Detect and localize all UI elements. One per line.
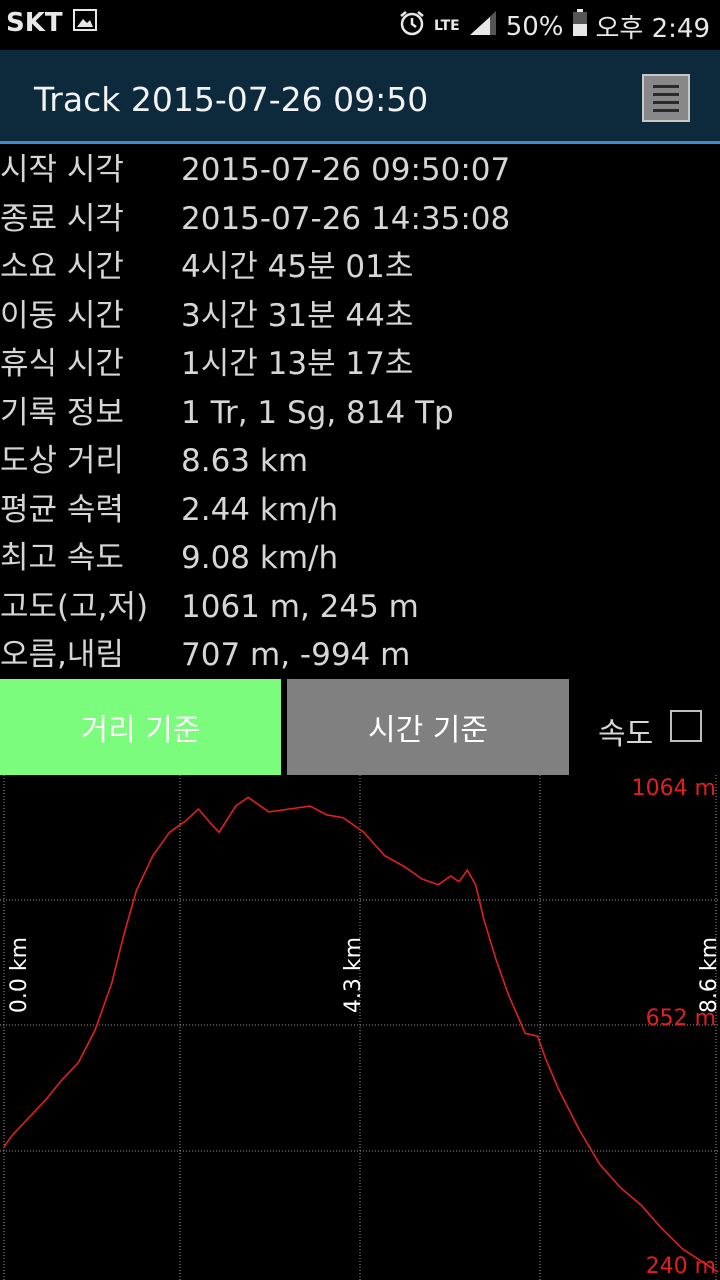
info-label: 휴식 시간 [0,346,124,382]
x-tick-label: 4.3 km [341,937,366,1013]
info-value: 3시간 31분 44초 [181,297,414,334]
battery-icon [572,9,588,44]
carrier-label: SKT [6,8,63,38]
info-row: 휴식 시간 1시간 13분 17초 [0,340,720,389]
y-tick-label: 1064 m [632,776,716,801]
menu-icon-line [653,100,679,104]
y-tick-label: 240 m [646,1254,716,1279]
info-row: 종료 시각 2015-07-26 14:35:08 [0,195,720,244]
info-value: 1061 m, 245 m [181,588,419,625]
info-value: 2.44 km/h [181,491,339,528]
time-basis-button[interactable]: 시간 기준 [287,679,569,775]
network-type-label: LTE [433,18,460,34]
graph-mode-toggle: 거리 기준 시간 기준 속도 [0,679,720,775]
info-row: 고도(고,저) 1061 m, 245 m [0,583,720,632]
info-row: 시작 시각 2015-07-26 09:50:07 [0,146,720,195]
info-label: 기록 정보 [0,394,124,431]
info-value: 9.08 km/h [181,540,339,576]
x-tick-label: 8.6 km [697,937,720,1013]
distance-basis-button[interactable]: 거리 기준 [0,679,281,775]
menu-icon [653,84,679,88]
info-label: 오름,내림 [0,637,124,673]
app-bar: Track 2015-07-26 09:50 [0,50,720,144]
info-value: 2015-07-26 14:35:08 [181,200,511,237]
menu-button[interactable] [642,74,690,122]
status-bar: SKT LTE 50% 오후 2:49 [0,0,720,50]
menu-icon-line [653,108,679,112]
elevation-line [3,796,719,1273]
info-label: 최고 속도 [0,540,124,576]
info-label: 종료 시각 [0,200,124,237]
elevation-chart: 1064 m652 m240 m0.0 km 4.3 km 8.6 km [0,775,720,1280]
track-info-list: 시작 시각 2015-07-26 09:50:07 종료 시각 2015-07-26 … [0,146,720,680]
battery-percent: 50% [505,11,564,42]
info-label: 소요 시간 [0,249,124,285]
info-row: 소요 시간 4시간 45분 01초 [0,243,720,292]
info-label: 도상 거리 [0,443,124,479]
info-label: 평균 속력 [0,491,124,528]
info-value: 1시간 13분 17초 [181,346,414,382]
info-row: 오름,내림 707 m, -994 m [0,631,720,680]
info-label: 시작 시각 [0,152,124,188]
signal-icon [468,9,498,44]
info-row: 최고 속도 9.08 km/h [0,534,720,583]
info-row: 이동 시간 3시간 31분 44초 [0,292,720,341]
alarm-icon [398,9,426,44]
speed-label: 속도 [598,717,654,752]
info-label: 고도(고,저) [0,588,149,625]
page-title: Track 2015-07-26 09:50 [34,80,429,119]
info-row: 기록 정보 1 Tr, 1 Sg, 814 Tp [0,389,720,438]
info-value: 4시간 45분 01초 [181,249,414,285]
info-value: 2015-07-26 09:50:07 [181,152,511,188]
info-row: 평균 속력 2.44 km/h [0,486,720,535]
info-row: 도상 거리 8.63 km [0,437,720,486]
info-value: 8.63 km [181,443,309,479]
info-value: 1 Tr, 1 Sg, 814 Tp [181,394,454,431]
info-value: 707 m, -994 m [181,637,411,673]
clock: 오후 2:49 [595,14,711,44]
menu-icon-line [653,92,679,96]
x-tick-label: 0.0 km [7,937,32,1013]
image-notification-icon [72,8,97,38]
info-label: 이동 시간 [0,297,124,334]
speed-checkbox[interactable] [670,710,702,742]
